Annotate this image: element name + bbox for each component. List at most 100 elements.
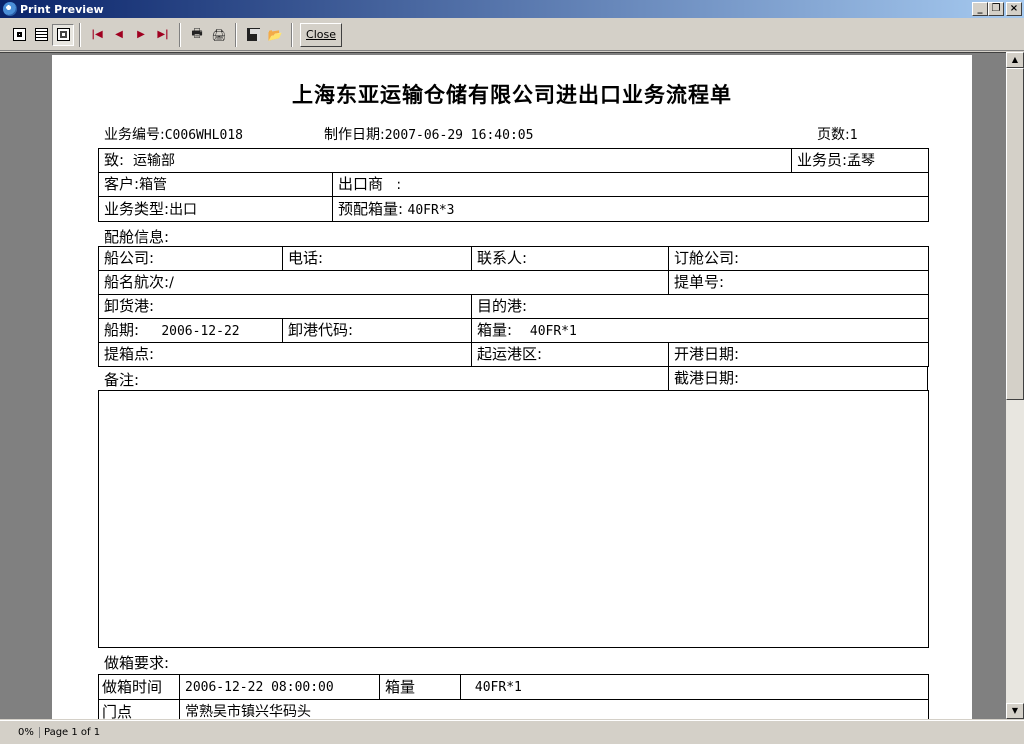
stuffing-qty-value: 40FR*1 <box>474 680 522 695</box>
phone-label: 电话: <box>288 249 324 267</box>
scroll-down-button[interactable]: ▼ <box>1006 703 1024 719</box>
toolbar-separator <box>179 22 181 47</box>
prev-page-icon: ◀ <box>115 29 123 40</box>
first-page-icon: |◀ <box>91 29 103 40</box>
client-label: 客户: <box>104 175 140 193</box>
page-width-icon <box>34 28 48 41</box>
door-label: 门点 <box>102 703 133 719</box>
job-number-value: C006WHL018 <box>164 128 243 143</box>
title-bar: Print Preview _ ❐ × <box>0 0 1024 18</box>
print-setup-icon: 🖶 <box>191 26 203 40</box>
booking-info-label: 配舱信息: <box>104 228 170 246</box>
scroll-thumb[interactable] <box>1006 68 1024 400</box>
toolbar-separator <box>235 22 237 47</box>
close-window-button[interactable]: × <box>1006 2 1022 16</box>
staff-label: 业务员: <box>797 151 848 169</box>
stuffing-time-value: 2006-12-22 08:00:00 <box>185 680 334 695</box>
vessel-label: 船名航次: <box>104 273 170 291</box>
stuffing-requirements-label: 做箱要求: <box>104 654 170 672</box>
client-value: 箱管 <box>139 177 168 193</box>
phone-cell: 电话: <box>282 246 472 271</box>
contact-cell: 联系人: <box>471 246 669 271</box>
sailing-date-value: 2006-12-22 <box>161 324 240 339</box>
to-value: 运输部 <box>132 153 175 169</box>
remarks-box <box>98 390 929 648</box>
open-date-label: 开港日期: <box>674 345 740 363</box>
bl-number-cell: 提单号: <box>668 270 929 295</box>
remarks-label: 备注: <box>104 371 140 389</box>
carrier-cell: 船公司: <box>98 246 283 271</box>
quantity-label: 箱量: <box>477 321 513 339</box>
printer-icon: 🖨 <box>211 27 227 42</box>
vertical-scrollbar[interactable]: ▲ ▼ <box>1006 52 1024 719</box>
client-cell: 客户:箱管 <box>98 172 333 197</box>
stuffing-qty-label-cell: 箱量 <box>379 674 461 700</box>
status-bar: 0% Page 1 of 1 <box>0 720 1024 744</box>
origin-terminal-cell: 起运港区: <box>471 342 669 367</box>
destination-label: 目的港: <box>477 297 528 315</box>
print-button[interactable]: 🖨 <box>208 24 230 46</box>
last-page-icon: ▶| <box>157 29 169 40</box>
staff-value: 孟琴 <box>847 153 876 169</box>
stuffing-time-cell: 2006-12-22 08:00:00 <box>179 674 380 700</box>
biz-type-label: 业务类型: <box>104 200 170 218</box>
vessel-value: / <box>169 275 174 291</box>
discharge-code-label: 卸港代码: <box>288 321 354 339</box>
quantity-value: 40FR*1 <box>529 324 577 339</box>
print-preview-window: Print Preview _ ❐ × |◀ ◀ ▶ ▶| 🖶 🖨 📂 Clos… <box>0 0 1024 744</box>
restore-button[interactable]: ❐ <box>988 2 1004 16</box>
print-setup-button[interactable]: 🖶 <box>186 24 208 46</box>
toolbar-separator <box>291 22 293 47</box>
to-label: 致: <box>104 151 125 169</box>
next-page-button[interactable]: ▶ <box>130 24 152 46</box>
pickup-label: 提箱点: <box>104 345 155 363</box>
biz-type-value: 出口 <box>169 202 198 218</box>
discharge-code-cell: 卸港代码: <box>282 318 472 343</box>
exporter-label: 出口商 <box>338 175 384 193</box>
preview-area: 上海东亚运输仓储有限公司进出口业务流程单 业务编号:C006WHL018 制作日… <box>0 52 1006 719</box>
one-page-button[interactable] <box>8 24 30 46</box>
last-page-button[interactable]: ▶| <box>152 24 174 46</box>
created-date-value: 2007-06-29 16:40:05 <box>384 128 534 143</box>
minimize-button[interactable]: _ <box>972 2 988 16</box>
origin-terminal-label: 起运港区: <box>477 345 543 363</box>
toolbar-separator <box>79 22 81 47</box>
window-title: Print Preview <box>20 2 104 16</box>
open-date-cell: 开港日期: <box>668 342 929 367</box>
created-date-label: 制作日期: <box>324 127 385 143</box>
destination-cell: 目的港: <box>471 294 929 319</box>
page-count: 页数:1 <box>817 124 858 144</box>
prev-page-button[interactable]: ◀ <box>108 24 130 46</box>
zoom-status: 0% <box>0 727 40 738</box>
to-cell: 致: 运输部 <box>98 148 792 173</box>
contact-label: 联系人: <box>477 249 528 267</box>
stuffing-time-label-cell: 做箱时间 <box>98 674 180 700</box>
first-page-button[interactable]: |◀ <box>86 24 108 46</box>
toolbar: |◀ ◀ ▶ ▶| 🖶 🖨 📂 Close <box>0 19 1024 51</box>
report-page: 上海东亚运输仓储有限公司进出口业务流程单 业务编号:C006WHL018 制作日… <box>52 55 972 719</box>
door-value: 常熟吴市镇兴华码头 <box>185 704 311 719</box>
prebook-cell: 预配箱量: 40FR*3 <box>332 196 929 222</box>
vessel-cell: 船名航次:/ <box>98 270 669 295</box>
open-button[interactable]: 📂 <box>264 24 286 46</box>
staff-cell: 业务员:孟琴 <box>791 148 929 173</box>
biz-type-cell: 业务类型:出口 <box>98 196 333 222</box>
booking-company-label: 订舱公司: <box>674 249 740 267</box>
pickup-cell: 提箱点: <box>98 342 472 367</box>
stuffing-qty-label: 箱量 <box>385 678 416 696</box>
job-number-label: 业务编号: <box>104 127 165 143</box>
prebook-value: 40FR*3 <box>407 203 455 218</box>
stuffing-time-label: 做箱时间 <box>102 678 163 696</box>
exporter-cell: 出口商 : <box>332 172 929 197</box>
booking-company-cell: 订舱公司: <box>668 246 929 271</box>
save-button[interactable] <box>242 24 264 46</box>
discharge-port-label: 卸货港: <box>104 297 155 315</box>
scroll-up-button[interactable]: ▲ <box>1006 52 1024 68</box>
close-button[interactable]: Close <box>300 22 342 47</box>
page-count-value: 1 <box>849 128 858 143</box>
exporter-value: : <box>396 177 402 193</box>
zoom-button[interactable] <box>52 23 74 46</box>
page-width-button[interactable] <box>30 24 52 46</box>
discharge-port-cell: 卸货港: <box>98 294 472 319</box>
sailing-date-cell: 船期: 2006-12-22 <box>98 318 283 343</box>
